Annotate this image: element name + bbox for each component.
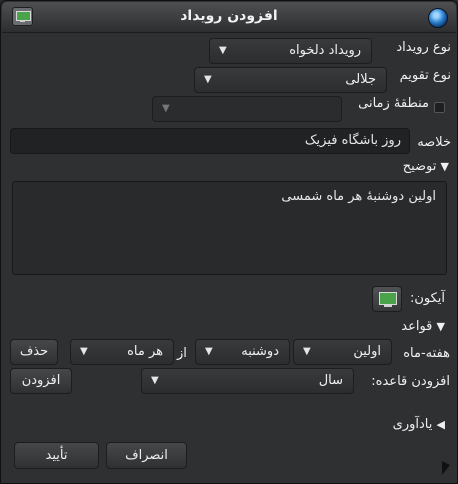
rule-order-value: اولین — [353, 344, 381, 359]
chevron-down-icon: ▼ — [80, 346, 88, 357]
icon-label: آیکون: — [409, 291, 445, 306]
calendar-type-select[interactable]: ▼ جلالی — [194, 67, 387, 93]
rule-weekday-value: دوشنبه — [241, 344, 279, 359]
triangle-down-icon: ▼ — [440, 160, 449, 173]
timezone-checkbox[interactable] — [434, 102, 445, 113]
description-toggle[interactable]: ▼ توضیح — [403, 158, 449, 176]
mouse-pointer-icon — [442, 461, 450, 475]
summary-value: روز باشگاه فیزیک — [304, 133, 401, 148]
summary-input[interactable]: روز باشگاه فیزیک — [10, 128, 410, 154]
rule-from-label: از — [177, 346, 187, 361]
description-value: اولین دوشنبهٔ هر ماه شمسی — [281, 189, 436, 204]
add-rule-button[interactable]: افزودن — [10, 368, 72, 394]
reminder-toggle[interactable]: ◀ یادآوری — [393, 416, 445, 434]
rules-label: قواعد — [401, 319, 433, 334]
calendar-type-value: جلالی — [345, 72, 376, 87]
reminder-label: یادآوری — [392, 417, 433, 432]
description-label: توضیح — [402, 159, 437, 174]
timezone-label: منطقهٔ زمانی — [358, 96, 429, 111]
triangle-left-icon: ◀ — [436, 418, 445, 431]
rule-order-select[interactable]: ▼ اولین — [293, 339, 392, 365]
event-type-value: رویداد دلخواه — [289, 43, 361, 58]
triangle-down-icon: ▼ — [436, 320, 445, 333]
event-type-select[interactable]: ▼ رویداد دلخواه — [209, 38, 372, 64]
timezone-select[interactable]: ▼ — [152, 96, 342, 122]
rule-month-select[interactable]: ▼ هر ماه — [70, 339, 174, 365]
rule-month-value: هر ماه — [127, 344, 163, 359]
add-rule-select[interactable]: ▼ سال — [141, 368, 354, 394]
rule-type-label: هفته-ماه — [403, 346, 450, 361]
add-event-window: افزودن رویداد نوع رویداد ▼ رویداد دلخواه… — [0, 0, 458, 484]
calendar-type-label: نوع تقویم — [399, 68, 451, 83]
rule-weekday-select[interactable]: ▼ دوشنبه — [195, 339, 290, 365]
delete-rule-button[interactable]: حذف — [10, 339, 58, 365]
chevron-down-icon: ▼ — [205, 346, 213, 357]
chevron-down-icon: ▼ — [204, 74, 212, 85]
add-rule-value: سال — [318, 373, 343, 388]
chevron-down-icon: ▼ — [162, 103, 170, 114]
close-orb-icon[interactable] — [428, 8, 448, 28]
chevron-down-icon: ▼ — [303, 346, 311, 357]
window-title: افزودن رویداد — [180, 8, 278, 24]
add-rule-label: افزودن قاعده: — [371, 374, 450, 389]
summary-label: خلاصه — [417, 135, 451, 150]
cancel-button[interactable]: انصراف — [106, 442, 187, 469]
chevron-down-icon: ▼ — [219, 45, 227, 56]
ok-button[interactable]: تأیید — [14, 442, 99, 469]
chevron-down-icon: ▼ — [151, 375, 159, 386]
event-type-label: نوع رویداد — [396, 40, 451, 55]
description-textarea[interactable]: اولین دوشنبهٔ هر ماه شمسی — [12, 181, 447, 275]
event-icon-button[interactable] — [372, 286, 402, 312]
rules-toggle[interactable]: ▼ قواعد — [401, 318, 445, 336]
titlebar[interactable]: افزودن رویداد — [2, 2, 456, 33]
